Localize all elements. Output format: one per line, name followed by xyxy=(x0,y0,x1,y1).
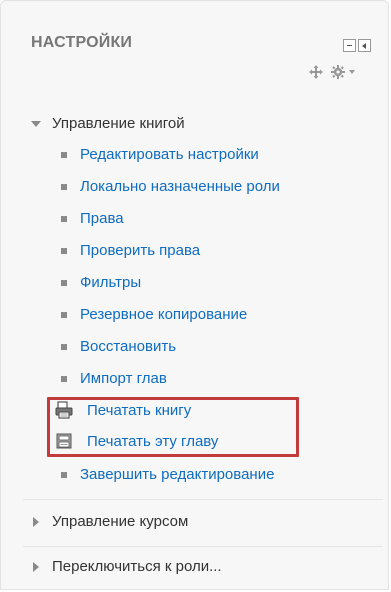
tree-node-book-admin[interactable]: Управление книгой xyxy=(31,115,185,132)
tree-node-label: Управление курсом xyxy=(52,513,189,530)
bullet-icon xyxy=(61,375,67,382)
collapsed-arrow-icon xyxy=(33,516,39,527)
menu-item-check-permissions[interactable]: Проверить права xyxy=(61,242,200,259)
block-controls xyxy=(343,39,371,52)
divider xyxy=(23,499,383,500)
menu-item-label: Проверить права xyxy=(80,242,201,259)
bullet-icon xyxy=(61,471,67,478)
menu-item-filters[interactable]: Фильтры xyxy=(61,274,141,291)
divider xyxy=(23,546,383,547)
menu-item-label: Фильтры xyxy=(80,274,142,291)
menu-item-restore[interactable]: Восстановить xyxy=(61,338,176,355)
menu-item-label: Локально назначенные роли xyxy=(80,178,280,195)
tree-node-switch-role[interactable]: Переключиться к роли... xyxy=(31,558,222,575)
menu-item-label: Резервное копирование xyxy=(80,306,248,323)
menu-item-print-book[interactable]: Печатать книгу xyxy=(55,401,191,419)
block-title: НАСТРОЙКИ xyxy=(31,34,133,51)
menu-item-finish-editing[interactable]: Завершить редактирование xyxy=(61,466,274,483)
block-actions xyxy=(309,65,355,79)
menu-item-label: Восстановить xyxy=(80,338,177,355)
dock-icon[interactable] xyxy=(358,39,371,52)
tree-node-course-admin[interactable]: Управление курсом xyxy=(31,513,188,530)
bullet-icon xyxy=(61,311,67,318)
settings-block: НАСТРОЙКИ Управление книгой Редактироват… xyxy=(0,0,389,590)
menu-item-label: Завершить редактирование xyxy=(80,466,275,483)
collapsed-arrow-icon xyxy=(33,561,39,572)
menu-item-print-chapter[interactable]: Печатать эту главу xyxy=(55,432,218,450)
menu-item-label: Печатать книгу xyxy=(87,401,192,419)
menu-item-backup[interactable]: Резервное копирование xyxy=(61,306,247,323)
expanded-arrow-icon xyxy=(31,120,41,127)
bullet-icon xyxy=(61,151,67,158)
bullet-icon xyxy=(61,343,67,350)
menu-item-label: Печатать эту главу xyxy=(87,432,219,450)
menu-item-label: Импорт глав xyxy=(80,370,167,387)
hide-icon[interactable] xyxy=(343,39,356,52)
menu-item-label: Редактировать настройки xyxy=(80,146,259,163)
gear-icon[interactable] xyxy=(331,65,345,79)
tree-node-label: Переключиться к роли... xyxy=(52,558,222,575)
menu-item-label: Права xyxy=(80,210,124,227)
tree-node-label: Управление книгой xyxy=(52,115,185,132)
chevron-down-icon[interactable] xyxy=(349,70,355,74)
menu-item-import-chapters[interactable]: Импорт глав xyxy=(61,370,167,387)
bullet-icon xyxy=(61,247,67,254)
menu-item-edit-settings[interactable]: Редактировать настройки xyxy=(61,146,259,163)
menu-item-permissions[interactable]: Права xyxy=(61,210,124,227)
print-book-icon xyxy=(55,401,73,419)
bullet-icon xyxy=(61,183,67,190)
bullet-icon xyxy=(61,215,67,222)
print-chapter-icon xyxy=(55,432,73,450)
bullet-icon xyxy=(61,279,67,286)
move-icon[interactable] xyxy=(309,65,323,79)
menu-item-local-roles[interactable]: Локально назначенные роли xyxy=(61,178,280,195)
